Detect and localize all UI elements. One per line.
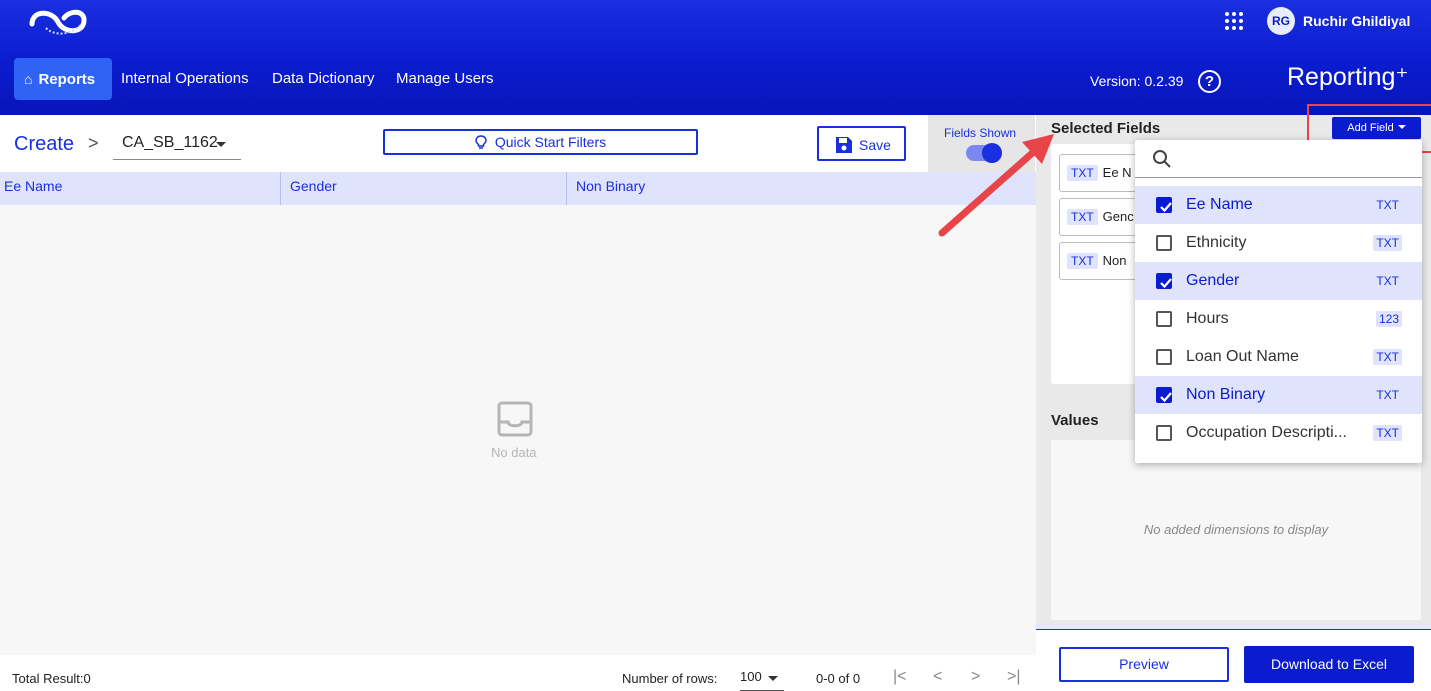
chip-label: Genc <box>1102 209 1134 224</box>
user-name[interactable]: Ruchir Ghildiyal <box>1303 13 1410 29</box>
save-icon <box>836 137 852 153</box>
no-data-text: No data <box>491 445 537 460</box>
breadcrumb-create[interactable]: Create <box>14 133 74 156</box>
inbox-empty-icon <box>497 401 533 437</box>
field-option-label: Non Binary <box>1186 386 1266 403</box>
nav-internal-operations[interactable]: Internal Operations <box>111 58 259 100</box>
save-button[interactable]: Save <box>817 126 906 161</box>
last-page-icon[interactable]: >| <box>1007 668 1021 686</box>
version-label: Version: 0.2.39 <box>1090 73 1184 89</box>
report-select[interactable]: CA_SB_1162 <box>113 128 241 160</box>
field-type-tag: TXT <box>1067 165 1098 181</box>
first-page-icon[interactable]: |< <box>893 668 907 686</box>
download-excel-button[interactable]: Download to Excel <box>1244 646 1414 683</box>
nav-reports-label: Reports <box>38 71 96 88</box>
checkbox-unchecked-icon[interactable] <box>1156 425 1172 441</box>
field-search-input[interactable] <box>1135 140 1422 178</box>
company-logo[interactable] <box>26 6 96 38</box>
field-type-tag: TXT <box>1373 235 1402 251</box>
field-option-label: Occupation Descripti... <box>1186 424 1347 441</box>
pagination-range: 0-0 of 0 <box>816 671 861 686</box>
field-option[interactable]: Gender TXT <box>1135 262 1422 300</box>
field-option-label: Gender <box>1186 272 1240 289</box>
field-option[interactable]: Ee Name TXT <box>1135 186 1422 224</box>
field-option-label: Ee Name <box>1186 196 1253 213</box>
quick-start-filters-button[interactable]: Quick Start Filters <box>383 129 698 155</box>
annotation-arrow <box>938 134 1054 237</box>
caret-down-icon <box>768 676 778 681</box>
preview-button[interactable]: Preview <box>1059 647 1229 682</box>
search-icon <box>1153 150 1171 168</box>
field-option[interactable]: Non Binary TXT <box>1135 376 1422 414</box>
app-header: ⌂ Reports Internal Operations Data Dictio… <box>0 0 1431 115</box>
field-type-tag: TXT <box>1376 274 1399 288</box>
checkbox-unchecked-icon[interactable] <box>1156 235 1172 251</box>
field-option[interactable]: Occupation Descripti... TXT <box>1135 414 1422 452</box>
chip-label: Non <box>1102 253 1127 268</box>
field-type-tag: TXT <box>1067 253 1098 269</box>
home-icon: ⌂ <box>24 71 33 87</box>
checkbox-unchecked-icon[interactable] <box>1156 311 1172 327</box>
field-option[interactable]: Ethnicity TXT <box>1135 224 1422 262</box>
table-header: Ee Name Gender Non Binary <box>0 172 1036 205</box>
quick-start-filters-label: Quick Start Filters <box>494 134 607 150</box>
checkbox-unchecked-icon[interactable] <box>1156 349 1172 365</box>
nav-data-dictionary[interactable]: Data Dictionary <box>262 58 385 100</box>
selected-fields-title: Selected Fields <box>1051 120 1161 137</box>
column-header-ee-name[interactable]: Ee Name <box>0 172 281 205</box>
rows-per-page-label: Number of rows: <box>622 671 718 686</box>
field-type-tag: 123 <box>1375 311 1402 327</box>
next-page-icon[interactable]: > <box>971 668 980 686</box>
rows-per-page-value: 100 <box>740 669 762 684</box>
save-label: Save <box>859 137 891 153</box>
field-type-tag: TXT <box>1376 198 1399 212</box>
field-type-tag: TXT <box>1373 349 1402 365</box>
report-select-value: CA_SB_1162 <box>122 134 218 151</box>
field-option[interactable]: Loan Out Name TXT <box>1135 338 1422 376</box>
table-footer: Total Result:0 Number of rows: 100 0-0 o… <box>0 655 1036 691</box>
lightbulb-icon <box>475 135 487 149</box>
values-box: No added dimensions to display <box>1051 440 1421 620</box>
rows-per-page-select[interactable]: 100 <box>740 669 784 691</box>
add-field-dropdown: Ee Name TXT Ethnicity TXT Gender TXT Hours 123 L… <box>1135 140 1422 463</box>
values-title: Values <box>1051 412 1099 429</box>
field-option-label: Ethnicity <box>1186 234 1247 251</box>
chevron-right-icon: > <box>88 133 99 153</box>
field-option-label: Hours <box>1186 310 1229 327</box>
column-header-gender[interactable]: Gender <box>281 172 567 205</box>
nav-manage-users[interactable]: Manage Users <box>386 58 504 100</box>
checkbox-checked-icon[interactable] <box>1156 273 1172 289</box>
help-icon[interactable]: ? <box>1198 70 1221 93</box>
nav-reports[interactable]: ⌂ Reports <box>14 58 112 100</box>
values-empty-text: No added dimensions to display <box>1143 522 1329 537</box>
prev-page-icon[interactable]: < <box>933 668 942 686</box>
field-type-tag: TXT <box>1373 425 1402 441</box>
field-option-label: Loan Out Name <box>1186 348 1299 365</box>
field-option[interactable]: Hours 123 <box>1135 300 1422 338</box>
brand-title: Reporting⁺ <box>1287 63 1409 91</box>
field-type-tag: TXT <box>1376 388 1399 402</box>
total-result: Total Result:0 <box>12 671 91 686</box>
apps-grid-icon[interactable] <box>1224 11 1244 31</box>
field-type-tag: TXT <box>1067 209 1098 225</box>
caret-down-icon <box>216 142 226 147</box>
checkbox-checked-icon[interactable] <box>1156 387 1172 403</box>
avatar[interactable]: RG <box>1267 7 1295 35</box>
chip-label: Ee N <box>1102 165 1132 180</box>
checkbox-checked-icon[interactable] <box>1156 197 1172 213</box>
